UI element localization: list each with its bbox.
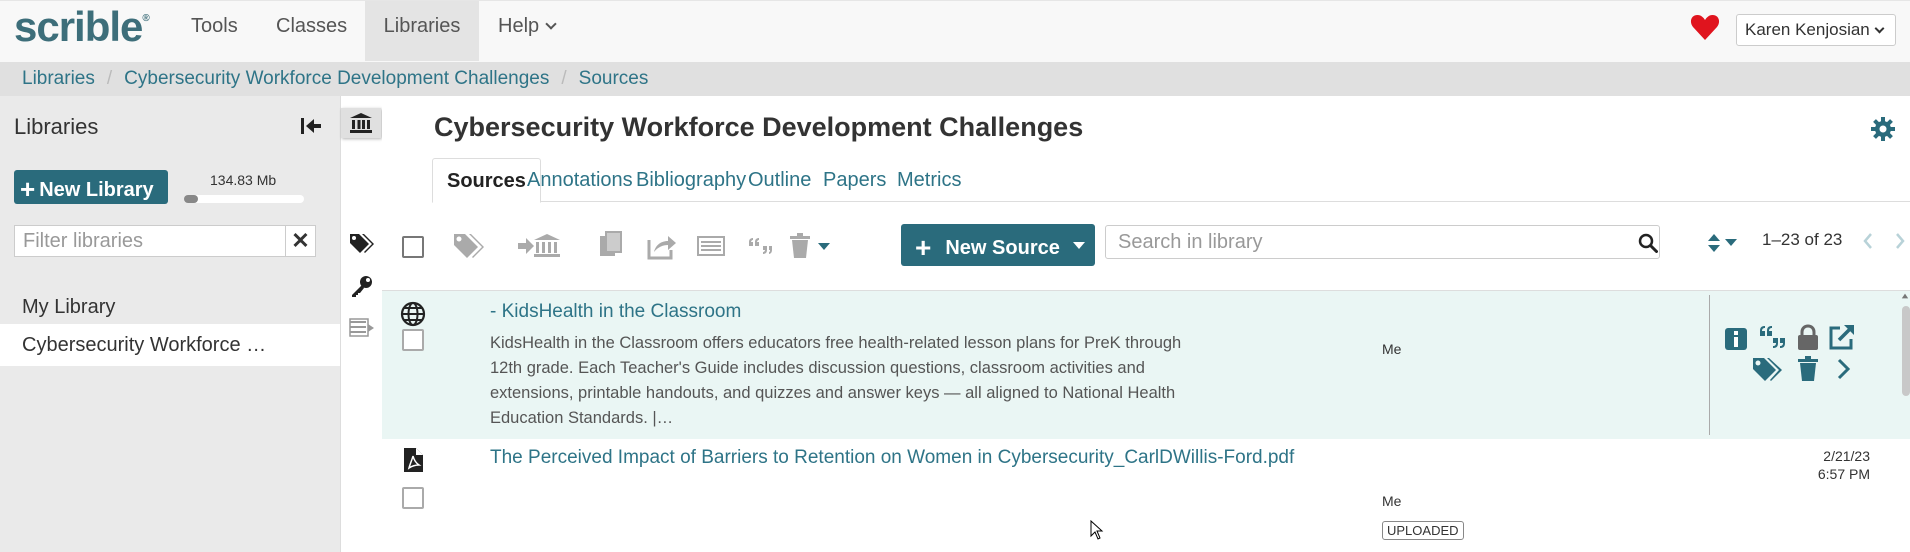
- breadcrumb-libraries[interactable]: Libraries: [22, 68, 95, 89]
- breadcrumb-library[interactable]: Cybersecurity Workforce Development Chal…: [124, 68, 549, 89]
- main-content: Cybersecurity Workforce Development Chal…: [382, 96, 1910, 552]
- clear-filter-button[interactable]: ✕: [286, 225, 316, 257]
- storage-used-label: 134.83 Mb: [210, 172, 277, 188]
- plus-icon: +: [20, 174, 36, 204]
- library-tabs: Sources Annotations Bibliography Outline…: [432, 158, 1910, 203]
- user-name: Karen Kenjosian: [1745, 20, 1870, 39]
- info-icon[interactable]: [1724, 327, 1748, 351]
- top-navbar: scrible® Tools Classes Libraries Help Ka…: [0, 0, 1910, 62]
- select-all-checkbox[interactable]: [402, 236, 424, 258]
- storage-bar-fill: [184, 195, 198, 203]
- library-icon: [350, 113, 372, 133]
- new-source-label: New Source: [945, 237, 1060, 259]
- library-item-cybersecurity[interactable]: Cybersecurity Workforce …: [0, 324, 340, 366]
- search-library-input[interactable]: Search in library: [1105, 225, 1660, 259]
- source-title-link[interactable]: The Perceived Impact of Barriers to Rete…: [490, 447, 1294, 469]
- nav-help[interactable]: Help: [480, 1, 573, 61]
- citation-quote-icon[interactable]: [746, 230, 772, 262]
- source-owner: Me: [1382, 493, 1402, 509]
- sort-icon[interactable]: [1704, 232, 1744, 254]
- mouse-cursor-icon: [1090, 520, 1104, 540]
- icon-rail: [340, 96, 382, 552]
- share-icon[interactable]: [646, 230, 678, 262]
- citation-quote-icon[interactable]: [1758, 323, 1786, 351]
- tags-icon[interactable]: [1752, 355, 1784, 383]
- globe-icon: [400, 301, 426, 327]
- tags-icon[interactable]: [452, 230, 486, 262]
- trash-icon[interactable]: [788, 230, 812, 262]
- page-title: Cybersecurity Workforce Development Chal…: [434, 112, 1084, 142]
- pdf-icon: [404, 448, 423, 472]
- source-date: 2/21/23 6:57 PM: [1818, 447, 1870, 483]
- nav-libraries[interactable]: Libraries: [365, 1, 479, 61]
- source-row[interactable]: - KidsHealth in the Classroom KidsHealth…: [382, 291, 1910, 439]
- list-view-icon[interactable]: [696, 230, 726, 262]
- collapse-sidebar-icon[interactable]: [300, 116, 322, 136]
- breadcrumb-separator: /: [106, 68, 113, 89]
- tab-metrics[interactable]: Metrics: [883, 158, 975, 202]
- chevron-left-icon[interactable]: [1860, 230, 1876, 252]
- chevron-right-icon[interactable]: [1892, 230, 1908, 252]
- new-source-button[interactable]: + New Source: [901, 224, 1095, 266]
- move-to-library-icon[interactable]: [517, 230, 561, 262]
- scrollbar-thumb[interactable]: [1902, 306, 1910, 396]
- trash-icon[interactable]: [1796, 355, 1820, 383]
- caret-down-icon: [1073, 242, 1085, 249]
- chevron-down-icon: [545, 18, 557, 30]
- new-library-label: New Library: [39, 179, 154, 201]
- scroll-up-icon[interactable]: [1901, 292, 1909, 300]
- key-icon[interactable]: [349, 274, 375, 298]
- source-owner: Me: [1382, 341, 1402, 357]
- breadcrumb: Libraries / Cybersecurity Workforce Develo…: [0, 62, 1910, 96]
- filter-libraries-input[interactable]: Filter libraries: [14, 225, 286, 257]
- heart-icon[interactable]: [1690, 13, 1720, 41]
- breadcrumb-sources[interactable]: Sources: [579, 68, 649, 89]
- external-link-icon[interactable]: [1828, 323, 1856, 351]
- library-item-my-library[interactable]: My Library: [0, 286, 340, 328]
- copy-icon[interactable]: [598, 230, 624, 262]
- source-row[interactable]: The Perceived Impact of Barriers to Rete…: [382, 439, 1910, 552]
- libraries-sidebar: Libraries + New Library 134.83 Mb Filter …: [0, 96, 340, 552]
- lock-icon[interactable]: [1794, 323, 1822, 351]
- source-title-link[interactable]: - KidsHealth in the Classroom: [490, 301, 741, 323]
- breadcrumb-separator: /: [561, 68, 567, 89]
- nav-classes[interactable]: Classes: [258, 1, 365, 61]
- export-list-icon[interactable]: [349, 316, 375, 340]
- user-menu-select[interactable]: Karen Kenjosian: [1736, 14, 1896, 46]
- row-actions: [1709, 295, 1910, 435]
- gear-icon[interactable]: [1870, 116, 1896, 142]
- scrible-logo[interactable]: scrible®: [14, 3, 150, 51]
- row-checkbox[interactable]: [402, 329, 424, 351]
- nav-help-label: Help: [498, 15, 540, 37]
- pager-count: 1–23 of 23: [1762, 230, 1843, 249]
- sidebar-title: Libraries: [14, 114, 99, 139]
- sources-toolbar: + New Source Search in library 1–23 of 23: [382, 224, 1910, 282]
- row-checkbox[interactable]: [402, 487, 424, 509]
- new-library-button[interactable]: + New Library: [14, 170, 168, 204]
- chevron-down-icon: [1874, 23, 1885, 34]
- chevron-right-icon[interactable]: [1834, 355, 1854, 383]
- source-description: KidsHealth in the Classroom offers educa…: [490, 334, 1182, 427]
- tags-icon[interactable]: [349, 232, 375, 256]
- nav-tools[interactable]: Tools: [173, 1, 256, 61]
- source-date-value: 2/21/23: [1823, 448, 1870, 464]
- status-badge: UPLOADED: [1382, 521, 1464, 540]
- rail-library-tab[interactable]: [341, 108, 381, 138]
- source-time-value: 6:57 PM: [1817, 466, 1870, 482]
- search-icon[interactable]: [1638, 233, 1658, 253]
- storage-bar: [184, 195, 304, 203]
- plus-icon: +: [915, 232, 932, 263]
- caret-down-icon[interactable]: [816, 240, 832, 252]
